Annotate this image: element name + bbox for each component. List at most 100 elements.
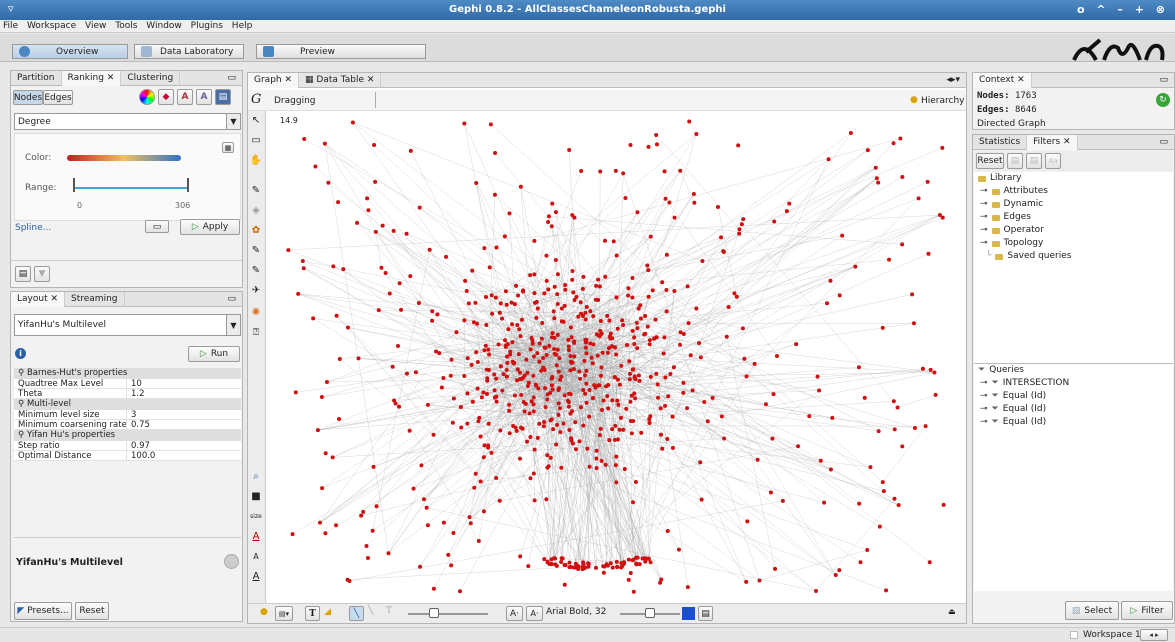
graph-node[interactable] — [632, 335, 637, 340]
color-gradient-bar[interactable] — [67, 155, 181, 161]
graph-node[interactable] — [830, 415, 835, 420]
graph-node[interactable] — [356, 356, 361, 361]
graph-node[interactable] — [376, 308, 381, 313]
graph-node[interactable] — [623, 196, 628, 201]
graph-node[interactable] — [687, 119, 692, 124]
graph-node[interactable] — [677, 342, 682, 347]
tab-graph[interactable]: Graph ✕ — [248, 72, 300, 88]
graph-node[interactable] — [552, 284, 557, 289]
graph-node[interactable] — [481, 455, 486, 460]
graph-node[interactable] — [647, 342, 652, 347]
graph-node[interactable] — [772, 219, 777, 224]
help-icon[interactable] — [224, 554, 239, 569]
graph-node[interactable] — [584, 381, 589, 386]
graph-node[interactable] — [666, 394, 671, 399]
graph-node[interactable] — [481, 509, 486, 514]
graph-node[interactable] — [626, 293, 631, 298]
select-button[interactable]: ▧ Select — [1065, 601, 1119, 620]
graph-node[interactable] — [550, 387, 555, 392]
graph-node[interactable] — [568, 354, 573, 359]
graph-node[interactable] — [533, 382, 538, 387]
graph-node[interactable] — [430, 309, 435, 314]
edit-query-icon[interactable]: ⍰ — [249, 325, 263, 339]
graph-node[interactable] — [900, 444, 905, 449]
graph-node[interactable] — [681, 380, 686, 385]
graph-node[interactable] — [532, 498, 537, 503]
graph-node[interactable] — [557, 356, 562, 361]
overview-tab[interactable]: Overview — [12, 44, 128, 59]
graph-node[interactable] — [549, 335, 554, 340]
graph-node[interactable] — [665, 437, 670, 442]
graph-node[interactable] — [637, 378, 642, 383]
label-font-smaller-icon[interactable]: A· — [526, 606, 543, 621]
tab-clustering[interactable]: Clustering — [121, 70, 181, 86]
graph-node[interactable] — [596, 277, 601, 282]
graph-node[interactable] — [413, 370, 418, 375]
graph-node[interactable] — [664, 252, 669, 257]
auto-refresh-icon[interactable]: Aa — [1045, 153, 1061, 169]
graph-node[interactable] — [661, 351, 666, 356]
graph-node[interactable] — [475, 360, 480, 365]
graph-node[interactable] — [594, 283, 599, 288]
graph-node[interactable] — [593, 297, 598, 302]
graph-node[interactable] — [627, 377, 632, 382]
graph-node[interactable] — [559, 556, 564, 561]
graph-node[interactable] — [612, 374, 617, 379]
graph-node[interactable] — [531, 409, 536, 414]
graph-node[interactable] — [454, 330, 459, 335]
query-item[interactable]: ⊸ ⏷ Equal (Id) — [978, 403, 1169, 416]
graph-node[interactable] — [726, 304, 731, 309]
graph-node[interactable] — [448, 373, 453, 378]
graph-node[interactable] — [647, 338, 652, 343]
graph-node[interactable] — [658, 432, 663, 437]
graph-node[interactable] — [418, 564, 423, 569]
graph-node[interactable] — [719, 414, 724, 419]
graph-node[interactable] — [654, 371, 659, 376]
graph-node[interactable] — [887, 257, 892, 262]
graph-node[interactable] — [561, 421, 566, 426]
graph-node[interactable] — [617, 382, 622, 387]
graph-node[interactable] — [397, 281, 402, 286]
graph-node[interactable] — [621, 562, 626, 567]
graph-node[interactable] — [807, 414, 812, 419]
graph-node[interactable] — [721, 249, 726, 254]
graph-node[interactable] — [555, 292, 560, 297]
graph-node[interactable] — [323, 451, 328, 456]
graph-node[interactable] — [636, 373, 641, 378]
graph-node[interactable] — [535, 306, 540, 311]
graph-node[interactable] — [570, 269, 575, 274]
graph-node[interactable] — [492, 388, 497, 393]
graph-node[interactable] — [614, 295, 619, 300]
table-toggle-icon[interactable]: ▤ — [15, 265, 31, 282]
graph-node[interactable] — [449, 357, 454, 362]
graph-node[interactable] — [517, 370, 522, 375]
graph-node[interactable] — [530, 341, 535, 346]
edge-label-icon[interactable]: T — [386, 606, 392, 616]
graph-node[interactable] — [787, 201, 792, 206]
graph-node[interactable] — [880, 325, 885, 330]
presets-button[interactable]: ◤ Presets... — [14, 602, 72, 620]
ranking-table-icon[interactable]: ▤ — [215, 89, 231, 105]
graph-node[interactable] — [451, 396, 456, 401]
graph-node[interactable] — [550, 331, 555, 336]
graph-node[interactable] — [528, 435, 533, 440]
graph-node[interactable] — [606, 346, 611, 351]
graph-node[interactable] — [541, 424, 546, 429]
graph-node[interactable] — [546, 214, 551, 219]
graph-node[interactable] — [685, 406, 690, 411]
library-item[interactable]: ⊸ Topology — [978, 237, 1169, 250]
graph-node[interactable] — [345, 577, 350, 582]
graph-node[interactable] — [531, 354, 536, 359]
graph-node[interactable] — [543, 345, 548, 350]
graph-node[interactable] — [485, 392, 490, 397]
graph-node[interactable] — [577, 439, 582, 444]
graph-node[interactable] — [660, 280, 665, 285]
graph-node[interactable] — [515, 322, 520, 327]
graph-node[interactable] — [531, 395, 536, 400]
graph-node[interactable] — [927, 560, 932, 565]
graph-node[interactable] — [482, 348, 487, 353]
graph-node[interactable] — [587, 464, 592, 469]
graph-node[interactable] — [780, 498, 785, 503]
graph-node[interactable] — [404, 231, 409, 236]
graph-node[interactable] — [603, 238, 608, 243]
